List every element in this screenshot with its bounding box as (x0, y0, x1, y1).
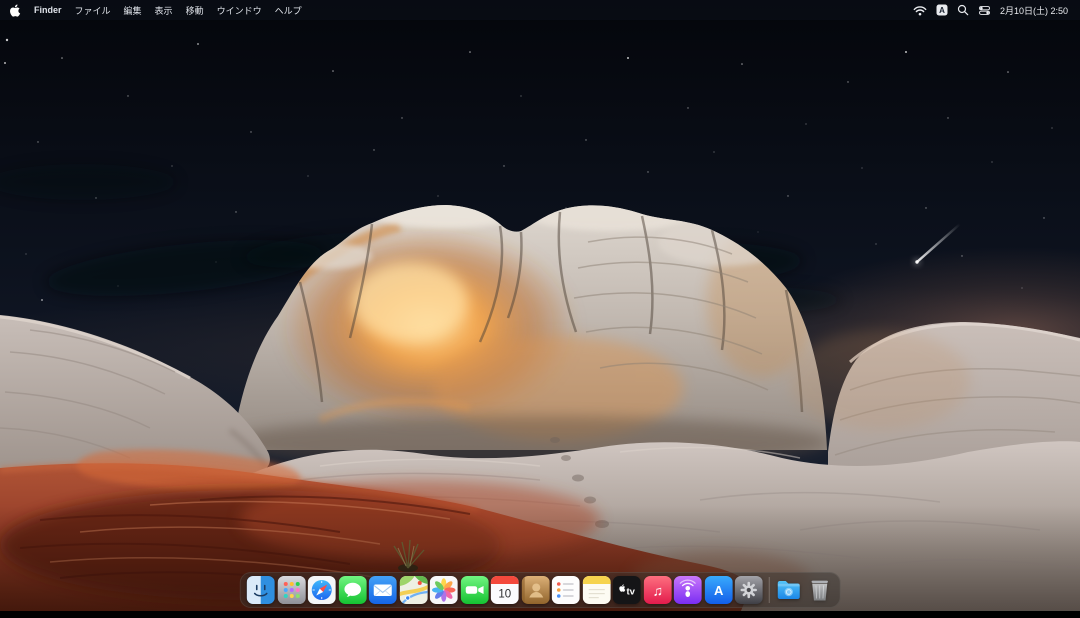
maps-icon (399, 576, 427, 604)
reminders-icon (552, 576, 580, 604)
dock-item-finder[interactable] (247, 576, 275, 604)
dock-item-launchpad[interactable] (277, 576, 305, 604)
system-settings-icon (735, 576, 763, 604)
launchpad-icon (277, 576, 305, 604)
facetime-icon (460, 576, 488, 604)
calendar-icon: 10 (491, 576, 519, 604)
app-store-letter: A (714, 583, 724, 598)
folder-icon (775, 576, 803, 604)
dock-item-tv[interactable]: tv (613, 576, 641, 604)
menu-bar-clock[interactable]: 2月10日(土) 2:50 (1000, 4, 1068, 17)
dock-item-podcasts[interactable] (674, 576, 702, 604)
wifi-status[interactable] (913, 5, 927, 16)
tv-icon: tv (613, 576, 641, 604)
tv-label: tv (627, 587, 636, 598)
dock-item-trash[interactable] (805, 576, 833, 604)
menu-item-window[interactable]: ウインドウ (217, 4, 262, 17)
music-note-glyph: ♫ (652, 583, 663, 599)
input-source-letter: A (939, 6, 945, 15)
calendar-day: 10 (498, 589, 511, 601)
dock-divider (768, 577, 769, 603)
menu-item-view[interactable]: 表示 (155, 4, 173, 17)
finder-icon (247, 576, 275, 604)
dock-item-contacts[interactable] (521, 576, 549, 604)
dock-item-facetime[interactable] (460, 576, 488, 604)
dock: 10 tv (240, 572, 841, 608)
spotlight-search[interactable] (957, 4, 969, 16)
apple-menu[interactable] (10, 4, 21, 17)
dock-item-messages[interactable] (338, 576, 366, 604)
dock-item-maps[interactable] (399, 576, 427, 604)
contacts-icon (521, 576, 549, 604)
messages-icon (338, 576, 366, 604)
dock-item-photos[interactable] (430, 576, 458, 604)
app-store-icon: A (704, 576, 732, 604)
photos-icon (430, 576, 458, 604)
dock-item-music[interactable]: ♫ (643, 576, 671, 604)
input-source-menu[interactable]: A (936, 4, 948, 16)
app-menu-finder[interactable]: Finder (34, 5, 62, 15)
desktop[interactable]: Finder ファイル 編集 表示 移動 ウインドウ ヘルプ A (0, 0, 1080, 618)
trash-icon (805, 576, 833, 604)
music-icon: ♫ (643, 576, 671, 604)
menu-item-edit[interactable]: 編集 (124, 4, 142, 17)
dock-item-calendar[interactable]: 10 (491, 576, 519, 604)
dock-item-folder[interactable] (775, 576, 803, 604)
control-center-menu[interactable] (978, 4, 991, 17)
notes-icon (582, 576, 610, 604)
dock-item-notes[interactable] (582, 576, 610, 604)
dock-item-mail[interactable] (369, 576, 397, 604)
control-center-icon (978, 4, 991, 17)
gear-icon (741, 582, 757, 598)
wifi-icon (913, 5, 927, 16)
dock-item-system-settings[interactable] (735, 576, 763, 604)
safari-icon (308, 576, 336, 604)
apple-icon (10, 4, 21, 17)
dock-item-safari[interactable] (308, 576, 336, 604)
dock-item-app-store[interactable]: A (704, 576, 732, 604)
menu-item-file[interactable]: ファイル (75, 4, 111, 17)
dock-item-reminders[interactable] (552, 576, 580, 604)
input-source-icon: A (936, 4, 948, 16)
letterbox-bottom (0, 611, 1080, 618)
wallpaper (0, 0, 1080, 618)
podcasts-icon (674, 576, 702, 604)
menu-item-help[interactable]: ヘルプ (275, 4, 302, 17)
menu-bar: Finder ファイル 編集 表示 移動 ウインドウ ヘルプ A (0, 0, 1080, 20)
menu-item-go[interactable]: 移動 (186, 4, 204, 17)
mail-icon (369, 576, 397, 604)
search-icon (957, 4, 969, 16)
